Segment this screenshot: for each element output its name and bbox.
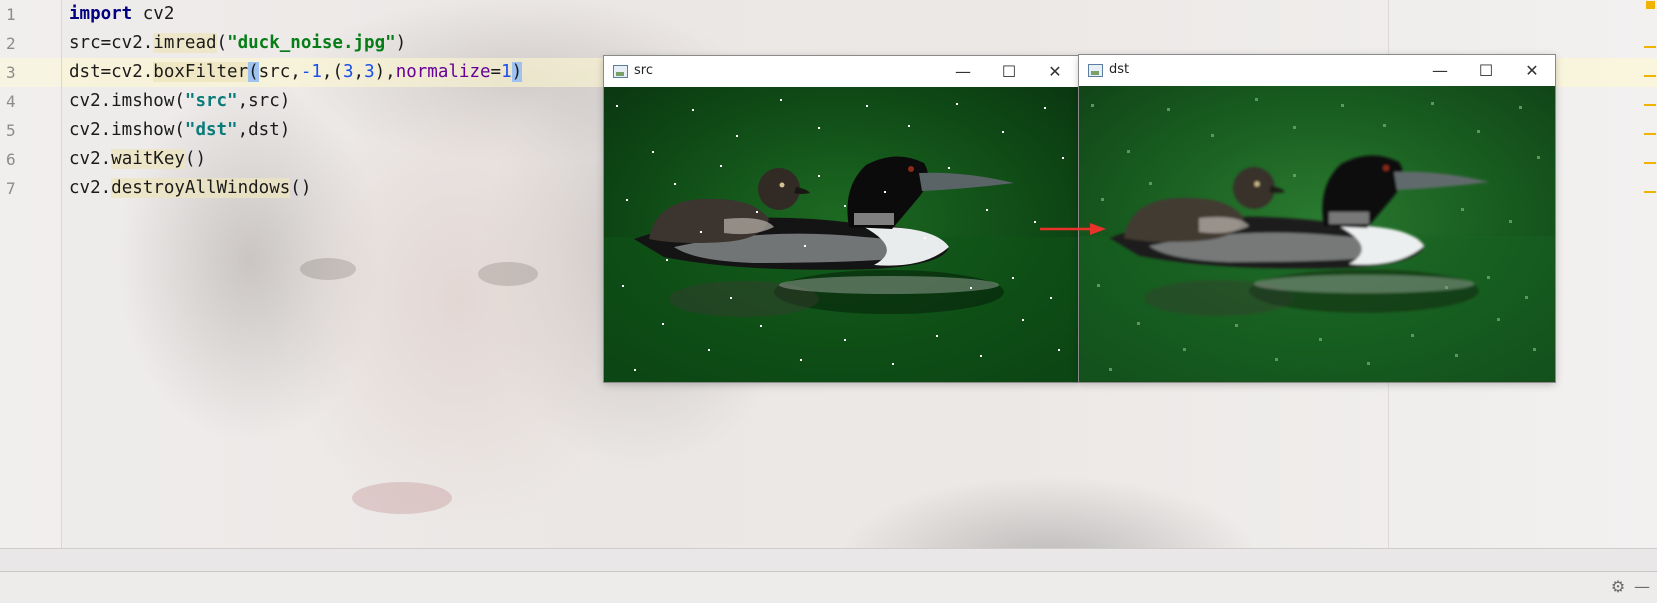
window-titlebar[interactable]: dst — ☐ ✕ (1079, 55, 1555, 86)
error-stripe[interactable] (1643, 0, 1657, 548)
code-text: cv2. (69, 178, 112, 198)
code-text: ( (216, 33, 228, 53)
code-text: dst=cv2. (69, 62, 154, 82)
bottom-tool-bar: ⚙ — (0, 571, 1657, 603)
close-button[interactable]: ✕ (1509, 55, 1555, 86)
function-token: waitKey (111, 149, 185, 169)
code-text: cv2. (69, 149, 112, 169)
code-line-5[interactable]: cv2.imshow("dst",dst) (69, 116, 290, 145)
image-canvas (604, 87, 1078, 382)
scroll-marker[interactable] (1644, 191, 1656, 193)
window-title: dst (1109, 62, 1130, 77)
wallpaper-eye-left (300, 258, 356, 280)
code-line-2[interactable]: src=cv2.imread("duck_noise.jpg") (69, 29, 406, 58)
code-text: src, (258, 62, 301, 82)
wallpaper-mouth (352, 482, 452, 514)
string-token: "dst" (184, 120, 238, 140)
editor-status-strip (0, 548, 1657, 572)
code-text: = (490, 62, 502, 82)
string-token: "duck_noise.jpg" (227, 33, 396, 53)
code-text: ), (374, 62, 396, 82)
inspection-status-icon[interactable] (1646, 1, 1655, 9)
code-text: cv2.imshow( (69, 91, 185, 111)
number-token: -1 (300, 62, 322, 82)
window-app-icon (1088, 64, 1103, 77)
duck-filtered-image (1079, 86, 1555, 382)
minimize-icon[interactable]: — (1632, 577, 1652, 597)
line-number: 5 (6, 121, 16, 140)
image-canvas (1079, 86, 1555, 382)
matched-paren-open: ( (248, 62, 259, 82)
code-text: ,dst) (237, 120, 291, 140)
code-text: , (353, 62, 365, 82)
scroll-marker[interactable] (1644, 75, 1656, 77)
kwarg-token: normalize (395, 62, 491, 82)
line-number: 1 (6, 5, 16, 24)
close-button[interactable]: ✕ (1032, 56, 1078, 87)
function-token: boxFilter (153, 62, 249, 82)
code-line-6[interactable]: cv2.waitKey() (69, 145, 206, 174)
scroll-marker[interactable] (1644, 133, 1656, 135)
code-text: src=cv2. (69, 33, 154, 53)
function-token: imread (153, 33, 217, 53)
line-number-gutter: 1 2 3 4 5 6 7 (0, 0, 62, 548)
code-line-1[interactable]: import cv2 (69, 0, 174, 29)
minimize-button[interactable]: — (1417, 55, 1463, 86)
code-text: cv2.imshow( (69, 120, 185, 140)
code-line-7[interactable]: cv2.destroyAllWindows() (69, 174, 311, 203)
wallpaper-eye-right (478, 262, 538, 286)
line-number: 3 (6, 63, 16, 82)
scroll-marker[interactable] (1644, 104, 1656, 106)
line-number: 6 (6, 150, 16, 169)
window-app-icon (613, 65, 628, 78)
code-text: () (184, 149, 206, 169)
number-token: 3 (364, 62, 375, 82)
duck-noise-image (604, 87, 1078, 382)
line-number: 7 (6, 179, 16, 198)
matched-paren-close: ) (511, 62, 523, 82)
code-line-4[interactable]: cv2.imshow("src",src) (69, 87, 290, 116)
gear-icon[interactable]: ⚙ (1608, 577, 1628, 597)
string-token: "src" (184, 91, 238, 111)
maximize-button[interactable]: ☐ (1463, 55, 1509, 86)
scroll-marker[interactable] (1644, 46, 1656, 48)
number-token: 3 (342, 62, 354, 82)
keyword-token: import (69, 4, 133, 24)
minimize-button[interactable]: — (940, 56, 986, 87)
number-token: 1 (501, 62, 512, 82)
code-text: cv2 (132, 4, 175, 24)
code-text: () (290, 178, 312, 198)
dst-image-window[interactable]: dst — ☐ ✕ (1079, 55, 1555, 382)
code-text: ,src) (237, 91, 291, 111)
function-token: destroyAllWindows (111, 178, 291, 198)
code-line-3[interactable]: dst=cv2.boxFilter(src,-1,(3,3),normalize… (69, 58, 523, 87)
code-text: ,( (321, 62, 343, 82)
window-title: src (634, 63, 653, 78)
window-titlebar[interactable]: src — ☐ ✕ (604, 56, 1078, 87)
maximize-button[interactable]: ☐ (986, 56, 1032, 87)
line-number: 2 (6, 34, 16, 53)
red-arrow-annotation (1040, 223, 1106, 235)
src-image-window[interactable]: src — ☐ ✕ (604, 56, 1078, 382)
line-number: 4 (6, 92, 16, 111)
scroll-marker[interactable] (1644, 162, 1656, 164)
code-text: ) (395, 33, 407, 53)
